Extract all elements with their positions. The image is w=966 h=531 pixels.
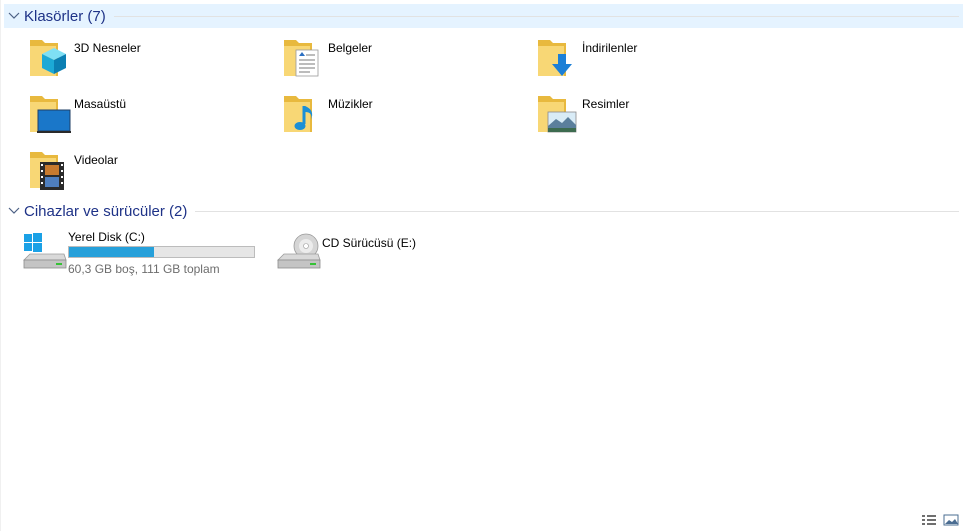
disk-usage-bar (68, 246, 255, 258)
drive-info: 60,3 GB boş, 111 GB toplam (68, 262, 220, 276)
folder-item-music[interactable]: Müzikler (282, 90, 502, 140)
drive-item-cd-drive[interactable]: CD Sürücüsü (E:) (276, 226, 526, 276)
drive-label: Yerel Disk (C:) (68, 230, 145, 244)
folder-item-downloads[interactable]: İndirilenler (536, 34, 756, 84)
group-title: Klasörler (7) (24, 7, 106, 25)
large-icons-view-icon (943, 514, 959, 526)
folder-label: 3D Nesneler (74, 41, 141, 55)
folder-item-videos[interactable]: Videolar (28, 146, 248, 196)
disk-usage-fill (69, 247, 154, 257)
windows-drive-icon (23, 233, 67, 269)
details-view-icon (922, 515, 936, 525)
videos-icon (30, 152, 64, 190)
window-left-edge (0, 0, 1, 531)
group-header-drives[interactable]: Cihazlar ve sürücüler (2) (4, 199, 963, 223)
music-icon (284, 96, 313, 132)
group-divider (113, 15, 959, 17)
folder-label: Masaüstü (74, 97, 127, 111)
folder-item-desktop[interactable]: Masaüstü (28, 90, 248, 140)
folder-label: Resimler (582, 97, 630, 111)
folder-item-documents[interactable]: Belgeler (282, 34, 502, 84)
group-divider (195, 210, 959, 212)
folder-label: Belgeler (328, 41, 373, 55)
folder-item-3d-objects[interactable]: 3D Nesneler (28, 34, 248, 84)
folder-label: İndirilenler (582, 41, 638, 55)
downloads-icon (538, 40, 572, 76)
chevron-down-icon[interactable] (6, 4, 22, 28)
pictures-icon (538, 96, 577, 133)
documents-icon (284, 40, 319, 77)
drive-item-local-disk[interactable]: Yerel Disk (C:) 60,3 GB boş, 111 GB topl… (22, 226, 272, 276)
cd-drive-icon (277, 233, 321, 269)
chevron-down-icon[interactable] (6, 199, 22, 223)
group-title: Cihazlar ve sürücüler (2) (24, 202, 188, 220)
large-icons-view-button[interactable] (942, 512, 960, 528)
3d-objects-icon (30, 40, 66, 76)
drive-label: CD Sürücüsü (E:) (322, 236, 417, 250)
folder-label: Videolar (74, 153, 118, 167)
details-view-button[interactable] (920, 512, 938, 528)
folder-label: Müzikler (328, 97, 373, 111)
folder-item-pictures[interactable]: Resimler (536, 90, 756, 140)
group-header-folders[interactable]: Klasörler (7) (4, 4, 963, 28)
desktop-icon (30, 96, 71, 133)
